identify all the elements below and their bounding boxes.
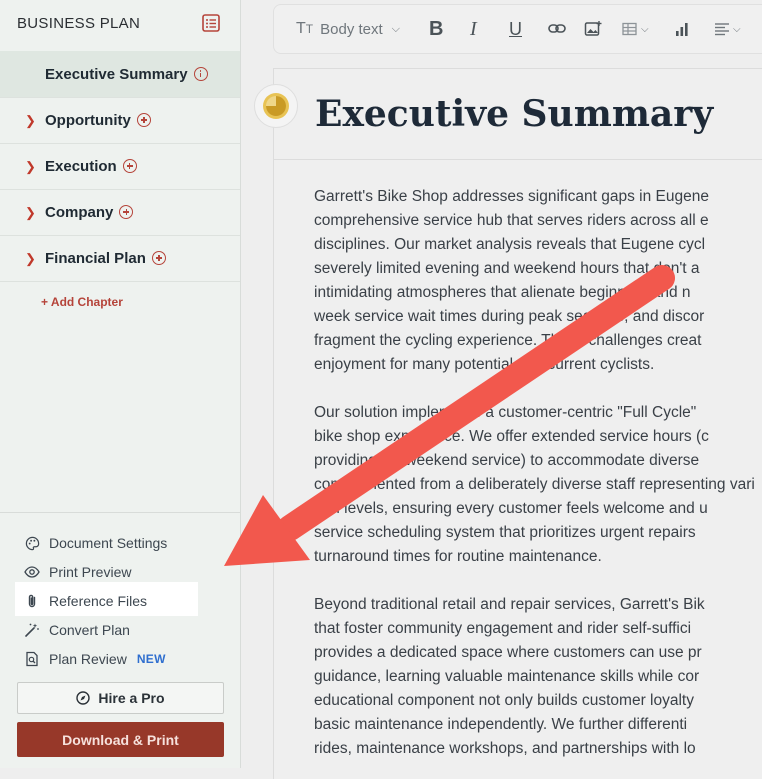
document-page: Executive Summary Garrett's Bike Shop ad… [254, 68, 762, 779]
add-section-icon[interactable] [119, 205, 134, 219]
plan-review-link[interactable]: Plan Review NEW [24, 648, 166, 670]
palette-icon [24, 535, 40, 551]
tool-label: Convert Plan [49, 622, 130, 638]
text-line: rides, maintenance workshops, and partne… [314, 740, 696, 757]
formatting-toolbar: TT Body text ⌵ B I U ⌵ ⌵ [273, 4, 762, 54]
nav-item-label: Financial Plan [45, 250, 146, 267]
tool-label: Print Preview [49, 564, 132, 580]
text-line: comprehensive service hub that serves ri… [314, 212, 709, 229]
tool-label: Reference Files [49, 593, 148, 609]
outline-toggle-icon[interactable] [201, 13, 221, 33]
document-search-icon [24, 651, 40, 667]
download-print-button[interactable]: Download & Print [17, 722, 224, 757]
nav-item-label: Company [45, 204, 114, 221]
text-line: educational component not only builds cu… [314, 692, 694, 709]
paperclip-icon [24, 593, 40, 609]
nav-item-opportunity[interactable]: ❯ Opportunity [0, 98, 240, 144]
text-line: service scheduling system that prioritiz… [314, 524, 696, 541]
magic-wand-icon [24, 622, 40, 638]
chevron-right-icon[interactable]: ❯ [25, 144, 36, 189]
print-preview-link[interactable]: Print Preview [24, 561, 131, 583]
underline-icon[interactable]: U [509, 5, 522, 53]
document-title: Executive Summary [315, 93, 714, 135]
tool-label: Document Settings [49, 535, 168, 551]
text-style-value: Body text [320, 20, 383, 38]
bold-icon[interactable]: B [429, 5, 443, 53]
info-icon[interactable] [193, 66, 208, 81]
add-chapter-link[interactable]: + Add Chapter [41, 295, 123, 309]
text-line: turnaround times for routine maintenance… [314, 548, 602, 565]
paragraph-2[interactable]: Our solution implements a customer-centr… [314, 401, 762, 569]
nav-item-label: Executive Summary [45, 65, 188, 83]
progress-pie-icon[interactable] [254, 84, 298, 128]
chevron-down-icon: ⌵ [391, 22, 401, 35]
align-icon[interactable]: ⌵ [714, 5, 741, 53]
text-line: basic maintenance independently. We furt… [314, 716, 688, 733]
table-icon[interactable]: ⌵ [622, 5, 649, 53]
reference-files-link[interactable]: Reference Files [24, 590, 147, 612]
text-line: severely limited evening and weekend hou… [314, 260, 700, 277]
chevron-right-icon[interactable]: ❯ [25, 190, 36, 235]
hire-button-label: Hire a Pro [98, 690, 165, 706]
text-line: Beyond traditional retail and repair ser… [314, 596, 705, 613]
chart-icon[interactable] [674, 5, 690, 53]
text-line: providing full weekend service) to accom… [314, 452, 700, 469]
chevron-down-icon: ⌵ [641, 23, 649, 35]
add-section-icon[interactable] [122, 159, 137, 173]
tool-label: Plan Review [49, 651, 127, 667]
text-line: skill levels, ensuring every customer fe… [314, 500, 708, 517]
text-line: Our solution implements a customer-centr… [314, 404, 697, 421]
text-line: that foster community engagement and rid… [314, 620, 692, 637]
text-style-dropdown[interactable]: TT Body text ⌵ [296, 5, 400, 53]
nav-item-label: Opportunity [45, 112, 131, 129]
text-line: provides a dedicated space where custome… [314, 644, 702, 661]
nav-item-company[interactable]: ❯ Company [0, 190, 240, 236]
chevron-right-icon[interactable]: ❯ [25, 98, 36, 143]
add-section-icon[interactable] [151, 251, 166, 265]
nav-item-executive-summary[interactable]: Executive Summary [0, 51, 240, 98]
new-badge: NEW [136, 652, 166, 666]
paragraph-3[interactable]: Beyond traditional retail and repair ser… [314, 593, 762, 761]
image-icon[interactable] [584, 5, 602, 53]
text-line: week service wait times during peak seas… [314, 308, 705, 325]
chapter-nav: Executive Summary ❯ Opportunity ❯ Execut… [0, 51, 240, 282]
nav-item-execution[interactable]: ❯ Execution [0, 144, 240, 190]
italic-icon[interactable]: I [470, 5, 477, 53]
text-line: bike shop experience. We offer extended … [314, 428, 709, 445]
sidebar-title: BUSINESS PLAN [17, 15, 141, 32]
paragraph-1[interactable]: Garrett's Bike Shop addresses significan… [314, 185, 762, 377]
text-line: complemented from a deliberately diverse… [314, 476, 755, 493]
text-line: intimidating atmospheres that alienate b… [314, 284, 691, 301]
text-size-icon: TT [296, 20, 314, 37]
text-line: Garrett's Bike Shop addresses significan… [314, 188, 709, 205]
text-line: fragment the cycling experience. These c… [314, 332, 702, 349]
eye-icon [24, 564, 40, 580]
hire-a-pro-button[interactable]: Hire a Pro [17, 682, 224, 714]
nav-item-label: Execution [45, 158, 117, 175]
text-line: guidance, learning valuable maintenance … [314, 668, 700, 685]
document-settings-link[interactable]: Document Settings [24, 532, 167, 554]
document-header: Executive Summary [254, 69, 762, 160]
link-icon[interactable] [548, 5, 568, 53]
text-line: disciplines. Our market analysis reveals… [314, 236, 706, 253]
nav-item-financial-plan[interactable]: ❯ Financial Plan [0, 236, 240, 282]
text-line: enjoyment for many potential and current… [314, 356, 655, 373]
chevron-right-icon[interactable]: ❯ [25, 236, 36, 281]
compass-icon [76, 691, 91, 705]
add-section-icon[interactable] [136, 113, 151, 127]
convert-plan-link[interactable]: Convert Plan [24, 619, 130, 641]
chevron-down-icon: ⌵ [733, 23, 741, 35]
